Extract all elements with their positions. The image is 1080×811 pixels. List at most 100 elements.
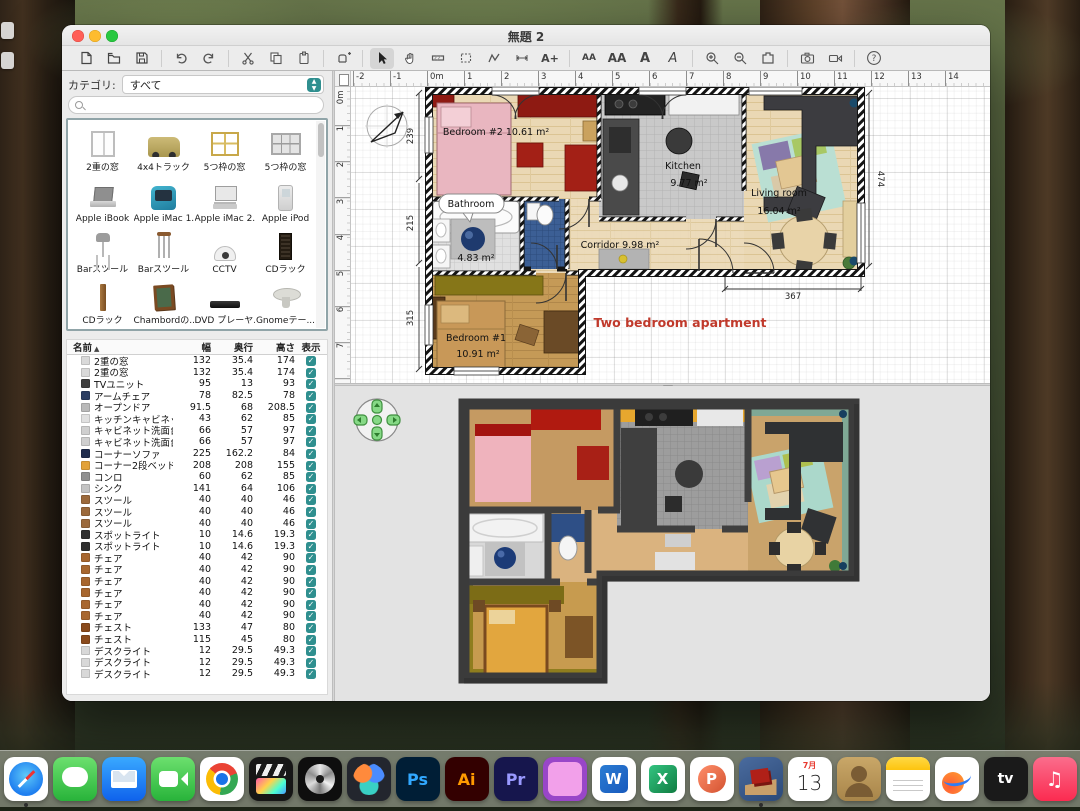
create-polylines-tool[interactable] — [482, 48, 506, 69]
dim-315[interactable]: 315 — [406, 310, 416, 326]
catalog-item[interactable]: 5つ枠の窓 — [255, 124, 316, 175]
create-walls-tool[interactable] — [426, 48, 450, 69]
dock-app-icon[interactable]: 7月 13 — [788, 757, 832, 801]
kitchen-label[interactable]: Kitchen — [665, 161, 701, 172]
column-visible[interactable]: 表示 — [295, 340, 327, 354]
dock-app-icon[interactable] — [886, 757, 930, 801]
dock-app-icon[interactable] — [102, 757, 146, 801]
living-room-label[interactable]: Living room — [751, 188, 807, 199]
corridor-label[interactable]: Corridor 9.98 m² — [581, 240, 660, 251]
dock-app-icon[interactable] — [200, 757, 244, 801]
dock-app-icon[interactable] — [739, 757, 783, 801]
help-icon[interactable]: ? — [862, 48, 886, 69]
open-home-icon[interactable] — [102, 48, 126, 69]
dim-215[interactable]: 215 — [406, 215, 416, 231]
redo-icon[interactable] — [197, 48, 221, 69]
visible-checkbox[interactable]: ✓ — [306, 530, 316, 540]
visible-checkbox[interactable]: ✓ — [306, 519, 316, 529]
visible-checkbox[interactable]: ✓ — [306, 553, 316, 563]
bedroom2-label[interactable]: Bedroom #2 10.61 m² — [443, 127, 549, 138]
visible-checkbox[interactable]: ✓ — [306, 449, 316, 459]
dim-474[interactable]: 474 — [875, 171, 885, 187]
dock-app-icon[interactable]: P — [690, 757, 734, 801]
dock-app-icon[interactable]: X — [641, 757, 685, 801]
plan-canvas[interactable]: 239 215 315 367 474 Bedroom #2 10.61 m — [351, 87, 990, 383]
visible-checkbox[interactable]: ✓ — [306, 565, 316, 575]
decrease-text-size-icon[interactable]: AA — [577, 48, 601, 69]
visible-checkbox[interactable]: ✓ — [306, 437, 316, 447]
dock-app-icon[interactable]: tv — [984, 757, 1028, 801]
dock-app-icon[interactable] — [4, 757, 48, 801]
create-dimensions-tool[interactable] — [510, 48, 534, 69]
create-video-icon[interactable] — [823, 48, 847, 69]
catalog-item[interactable]: Gnomeテー... — [255, 277, 316, 328]
dock-app-icon[interactable]: W — [592, 757, 636, 801]
dropdown-stepper-icon[interactable]: ▲▼ — [307, 78, 321, 92]
catalog-item[interactable]: Barスツール — [133, 226, 194, 277]
catalog-item[interactable]: 4x4トラック — [133, 124, 194, 175]
create-photo-icon[interactable] — [795, 48, 819, 69]
visible-checkbox[interactable]: ✓ — [306, 611, 316, 621]
visible-checkbox[interactable]: ✓ — [306, 646, 316, 656]
table-row[interactable]: デスクライト 12 29.5 49.3 ✓ — [67, 668, 327, 680]
visible-checkbox[interactable]: ✓ — [306, 472, 316, 482]
visible-checkbox[interactable]: ✓ — [306, 635, 316, 645]
dock-app-icon[interactable] — [53, 757, 97, 801]
catalog-item[interactable]: CDラック — [72, 277, 133, 328]
zoom-out-icon[interactable] — [728, 48, 752, 69]
visible-checkbox[interactable]: ✓ — [306, 414, 316, 424]
dock-app-icon[interactable] — [837, 757, 881, 801]
save-home-icon[interactable] — [130, 48, 154, 69]
export-image-icon[interactable] — [756, 48, 780, 69]
visible-checkbox[interactable]: ✓ — [306, 623, 316, 633]
visible-checkbox[interactable]: ✓ — [306, 391, 316, 401]
corridor-furniture[interactable] — [599, 249, 649, 269]
catalog-scrollbar[interactable] — [316, 121, 325, 328]
catalog-item[interactable]: DVD プレーヤ... — [194, 277, 255, 328]
bedroom1-label[interactable]: Bedroom #1 — [446, 333, 506, 344]
visible-checkbox[interactable]: ✓ — [306, 588, 316, 598]
catalog-item[interactable]: Apple iMac 2... — [194, 175, 255, 226]
increase-text-size-icon[interactable]: AA — [605, 48, 629, 69]
desktop-icon[interactable] — [1, 52, 14, 69]
catalog-item[interactable]: Apple iMac 1... — [133, 175, 194, 226]
catalog-item[interactable]: Chambordの... — [133, 277, 194, 328]
visible-checkbox[interactable]: ✓ — [306, 507, 316, 517]
dock-app-icon[interactable]: Pr — [494, 757, 538, 801]
camera-navigation-control[interactable] — [343, 390, 413, 450]
living-room-area[interactable]: 16.04 m² — [757, 206, 800, 217]
column-width[interactable]: 幅 — [173, 340, 211, 354]
rendering-3d[interactable] — [335, 386, 990, 701]
column-name[interactable]: 名前 — [73, 343, 92, 354]
search-input[interactable] — [68, 96, 324, 114]
catalog-item[interactable]: Apple iBook — [72, 175, 133, 226]
column-height[interactable]: 高さ — [253, 340, 295, 354]
add-text-tool[interactable]: A+ — [538, 48, 562, 69]
dock-app-icon[interactable] — [298, 757, 342, 801]
italic-icon[interactable]: A — [661, 48, 685, 69]
floor-plan-drawing[interactable]: 239 215 315 367 474 Bedroom #2 10.61 m — [351, 87, 990, 383]
bedroom1-area[interactable]: 10.91 m² — [456, 349, 499, 360]
visible-checkbox[interactable]: ✓ — [306, 356, 316, 366]
undo-icon[interactable] — [169, 48, 193, 69]
dim-367[interactable]: 367 — [785, 292, 801, 302]
cut-icon[interactable] — [236, 48, 260, 69]
pan-tool[interactable] — [398, 48, 422, 69]
dock-app-icon[interactable]: ♫ — [1033, 757, 1077, 801]
view-3d[interactable] — [335, 386, 990, 701]
dock-app-icon[interactable] — [935, 757, 979, 801]
title-bar[interactable]: 無題 2 — [62, 25, 990, 46]
catalog-item[interactable]: Apple iPod — [255, 175, 316, 226]
paste-icon[interactable] — [292, 48, 316, 69]
bathroom-area[interactable]: 4.83 m² — [457, 253, 494, 264]
select-tool[interactable] — [370, 48, 394, 69]
create-rooms-tool[interactable] — [454, 48, 478, 69]
visible-checkbox[interactable]: ✓ — [306, 658, 316, 668]
dock-app-icon[interactable]: Ai — [445, 757, 489, 801]
bold-icon[interactable]: A — [633, 48, 657, 69]
catalog-item[interactable]: CDラック — [255, 226, 316, 277]
visible-checkbox[interactable]: ✓ — [306, 600, 316, 610]
visible-checkbox[interactable]: ✓ — [306, 542, 316, 552]
zoom-in-icon[interactable] — [700, 48, 724, 69]
nav-center-icon[interactable] — [373, 416, 382, 425]
